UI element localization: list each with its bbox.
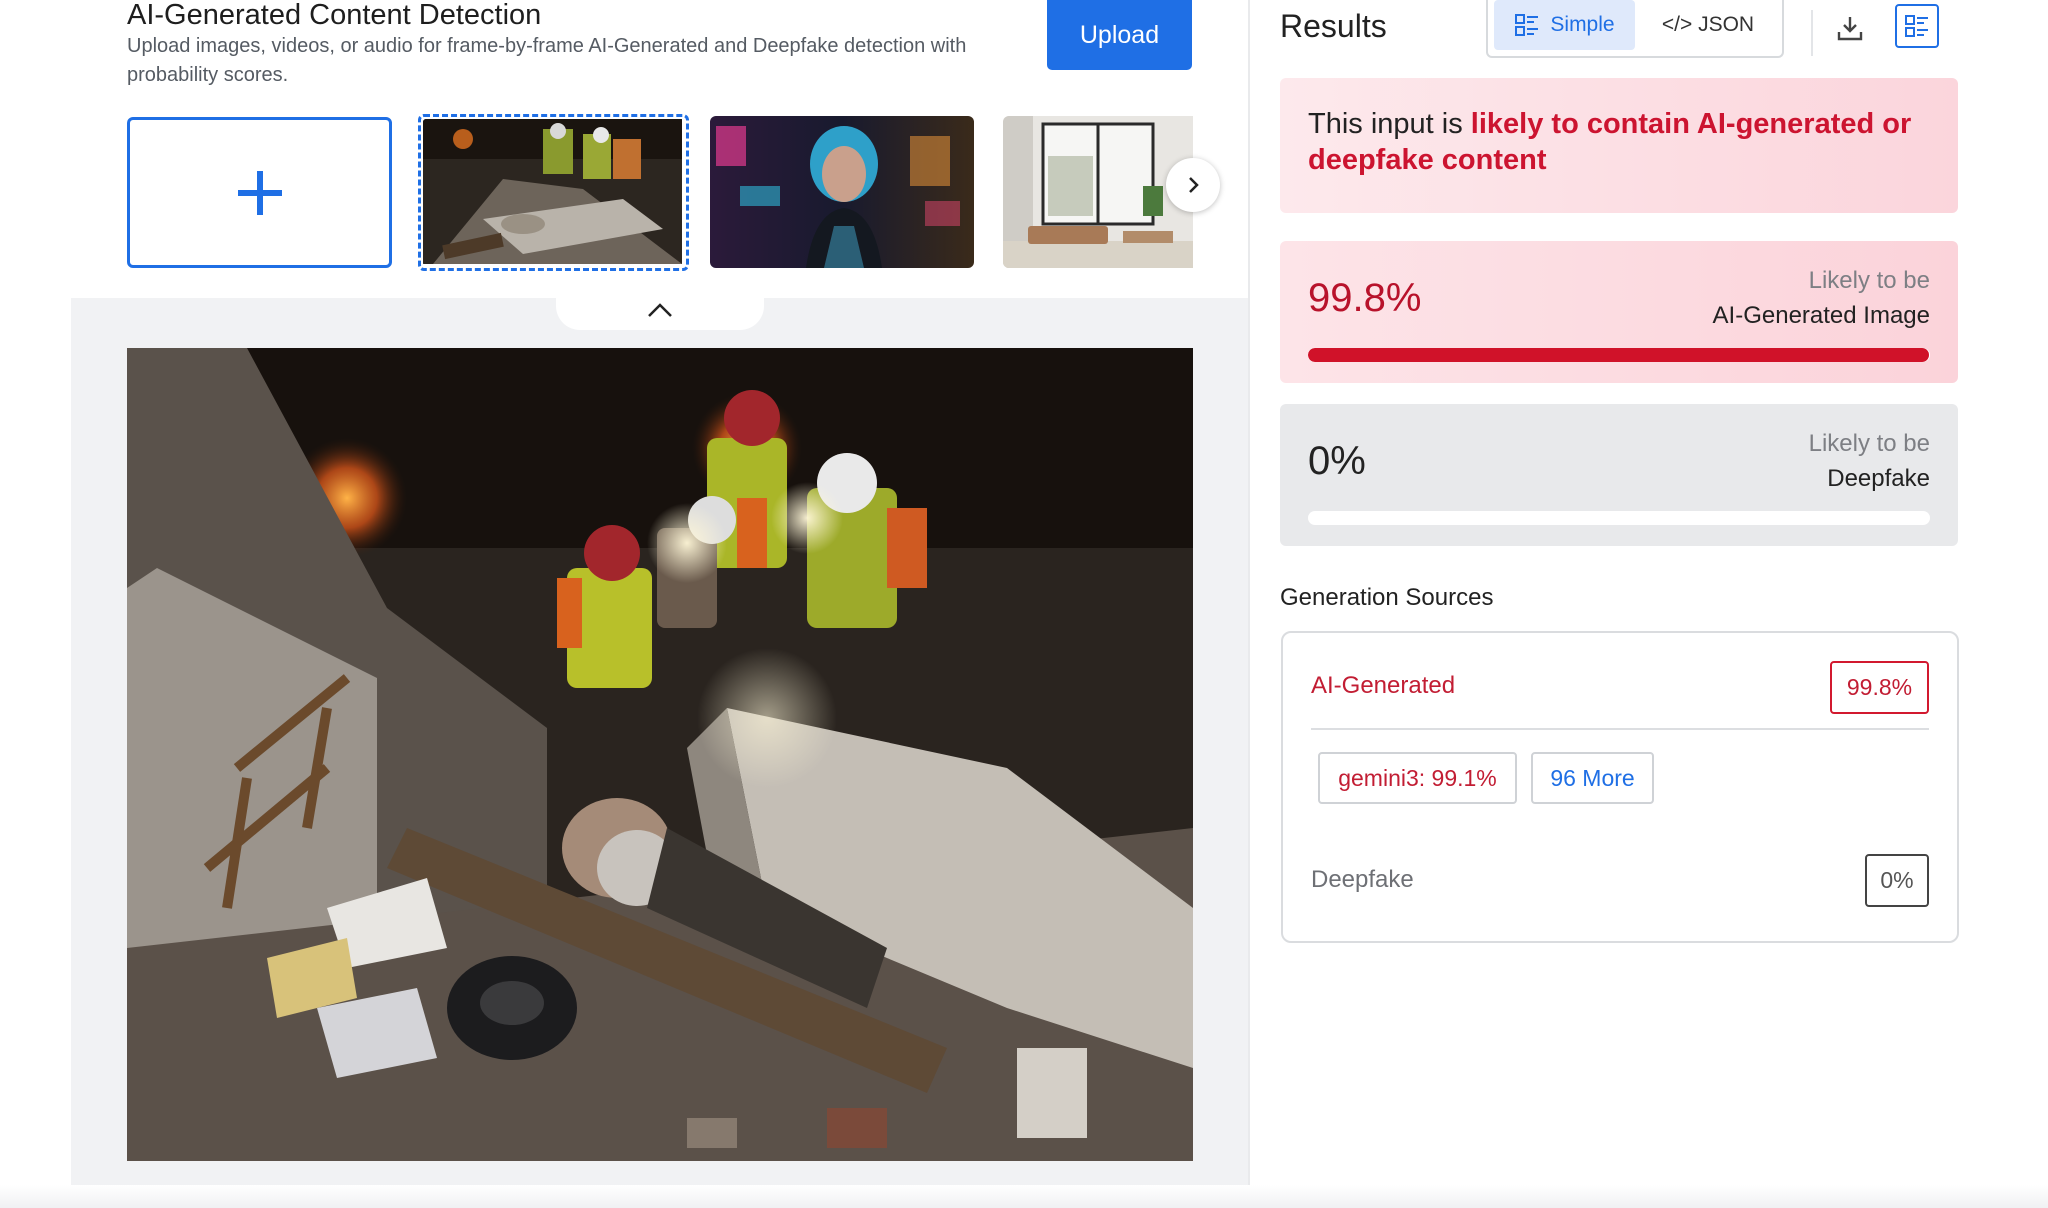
view-simple-button[interactable]: Simple — [1494, 0, 1635, 50]
deepfake-value-badge: 0% — [1865, 854, 1929, 907]
ai-generated-label: AI-Generated — [1311, 672, 1456, 699]
details-button[interactable] — [1895, 4, 1939, 48]
thumbnail-image — [423, 119, 682, 264]
thumbnail-image — [710, 116, 974, 268]
sources-divider — [1311, 728, 1929, 730]
ai-score-caption-line2: AI-Generated Image — [1712, 302, 1930, 329]
deepfake-score-percent: 0% — [1308, 439, 1366, 483]
ai-score-percent: 99.8% — [1308, 276, 1422, 320]
results-title: Results — [1280, 8, 1387, 44]
page-title: AI-Generated Content Detection — [127, 0, 542, 31]
generation-sources-title: Generation Sources — [1280, 584, 1494, 611]
upload-button[interactable]: Upload — [1047, 0, 1192, 70]
more-sources-button[interactable]: 96 More — [1531, 752, 1654, 804]
bottom-fade — [0, 1185, 2048, 1208]
thumbnail-rescue-workers[interactable] — [418, 114, 689, 271]
download-button[interactable] — [1830, 8, 1870, 48]
detection-panel: AI-Generated Content Detection Upload im… — [0, 0, 1248, 1208]
deepfake-label: Deepfake — [1311, 866, 1414, 893]
toolbar-divider — [1811, 10, 1813, 56]
deepfake-score-caption-line1: Likely to be — [1808, 430, 1930, 457]
deepfake-score-caption: Likely to be Deepfake — [1809, 426, 1930, 496]
chevron-right-icon — [1189, 177, 1199, 193]
preview-image — [127, 348, 1193, 1161]
collapse-gallery-button[interactable] — [556, 290, 764, 330]
verdict-prefix: This input is — [1308, 108, 1471, 140]
view-simple-label: Simple — [1550, 13, 1615, 36]
deepfake-score-bar — [1308, 511, 1930, 525]
view-json-button[interactable]: </> JSON — [1638, 0, 1778, 50]
thumbnail-interior[interactable] — [1003, 116, 1193, 268]
list-view-icon — [1515, 14, 1539, 36]
ai-generated-score-card: 99.8% Likely to be AI-Generated Image — [1280, 241, 1958, 383]
download-icon — [1837, 17, 1863, 41]
ai-score-bar-fill — [1308, 348, 1929, 362]
source-chip-gemini[interactable]: gemini3: 99.1% — [1318, 752, 1517, 804]
rescue-scene-image — [127, 348, 1193, 1161]
ai-score-caption-line1: Likely to be — [1808, 267, 1930, 294]
panel-divider — [1248, 0, 1250, 1208]
ai-score-caption: Likely to be AI-Generated Image — [1713, 263, 1930, 333]
thumbnail-image — [1003, 116, 1193, 268]
next-thumbnails-button[interactable] — [1166, 158, 1220, 212]
verdict-banner: This input is likely to contain AI-gener… — [1280, 78, 1958, 213]
thumbnail-cyberpunk[interactable] — [710, 116, 974, 268]
ai-generated-value-badge: 99.8% — [1830, 661, 1929, 714]
page-subtitle: Upload images, videos, or audio for fram… — [127, 35, 967, 86]
chevron-up-icon — [648, 303, 672, 317]
deepfake-score-card: 0% Likely to be Deepfake — [1280, 404, 1958, 546]
deepfake-score-caption-line2: Deepfake — [1827, 465, 1930, 492]
ai-score-bar — [1308, 348, 1930, 362]
plus-icon — [237, 170, 282, 215]
add-file-tile[interactable] — [127, 117, 392, 268]
details-list-icon — [1905, 15, 1928, 37]
